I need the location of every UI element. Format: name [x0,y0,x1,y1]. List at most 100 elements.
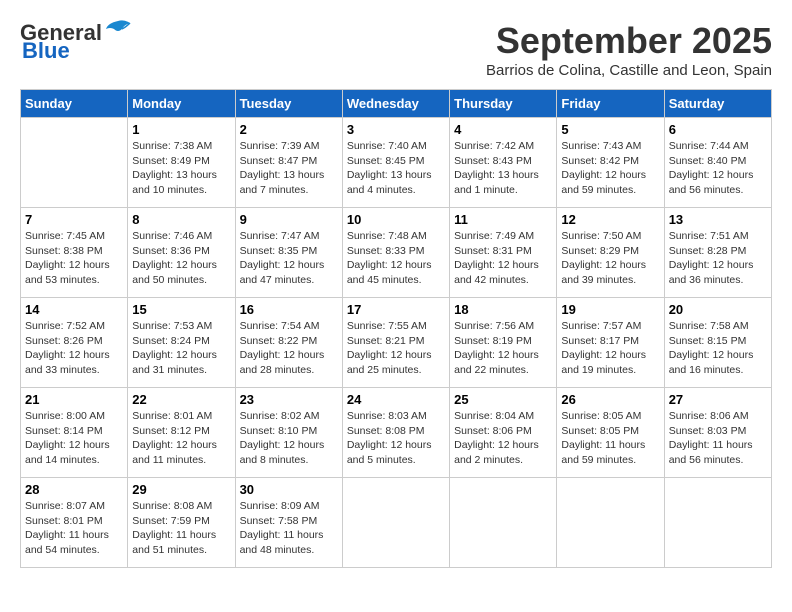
day-number: 20 [669,302,767,317]
day-info-line: and 10 minutes. [132,183,230,198]
day-info-line: Daylight: 12 hours [454,348,552,363]
day-info-line: and 36 minutes. [669,273,767,288]
day-info-line: Sunset: 8:15 PM [669,334,767,349]
day-info-line: Sunrise: 8:01 AM [132,409,230,424]
day-info: Sunrise: 7:48 AMSunset: 8:33 PMDaylight:… [347,229,445,288]
day-info-line: Daylight: 12 hours [561,348,659,363]
day-info-line: Sunrise: 7:38 AM [132,139,230,154]
day-info-line: Daylight: 12 hours [669,348,767,363]
calendar-week-row: 21Sunrise: 8:00 AMSunset: 8:14 PMDayligh… [21,388,772,478]
calendar-cell: 9Sunrise: 7:47 AMSunset: 8:35 PMDaylight… [235,208,342,298]
calendar-cell: 5Sunrise: 7:43 AMSunset: 8:42 PMDaylight… [557,118,664,208]
day-info: Sunrise: 7:39 AMSunset: 8:47 PMDaylight:… [240,139,338,198]
calendar-cell: 16 Sunrise: 7:54 AMSunset: 8:22 PMDayligh… [235,298,342,388]
day-info-line: and 7 minutes. [240,183,338,198]
page-header: General Blue September 2025 Barrios de C… [20,20,772,79]
day-info-line: Sunrise: 8:07 AM [25,499,123,514]
day-info: Sunrise: 7:51 AMSunset: 8:28 PMDaylight:… [669,229,767,288]
day-number: 11 [454,212,552,227]
day-info-line: Daylight: 12 hours [240,348,338,363]
day-info-line: and 42 minutes. [454,273,552,288]
day-info-line: Daylight: 12 hours [132,348,230,363]
day-info-line: Sunset: 8:17 PM [561,334,659,349]
day-info-line: Sunset: 8:42 PM [561,154,659,169]
day-info: Sunrise: 7:52 AMSunset: 8:26 PMDaylight:… [25,319,123,378]
day-info-line: Daylight: 13 hours [347,168,445,183]
day-info-line: and 8 minutes. [240,453,338,468]
day-info-line: Sunset: 8:21 PM [347,334,445,349]
day-info-line: and 2 minutes. [454,453,552,468]
day-info-line: Daylight: 11 hours [669,438,767,453]
day-info-line: Sunset: 8:06 PM [454,424,552,439]
day-info-line: Daylight: 13 hours [454,168,552,183]
day-info-line: Sunrise: 7:50 AM [561,229,659,244]
day-number: 10 [347,212,445,227]
day-info-line: Sunset: 8:24 PM [132,334,230,349]
day-number: 19 [561,302,659,317]
day-info-line: Sunset: 8:05 PM [561,424,659,439]
day-info-line: and 11 minutes. [132,453,230,468]
day-info-line: Daylight: 12 hours [25,438,123,453]
calendar-cell: 14Sunrise: 7:52 AMSunset: 8:26 PMDayligh… [21,298,128,388]
day-info-line: Daylight: 11 hours [25,528,123,543]
day-info-line: Sunrise: 8:09 AM [240,499,338,514]
day-info: Sunrise: 7:50 AMSunset: 8:29 PMDaylight:… [561,229,659,288]
day-info-line: Sunrise: 7:51 AM [669,229,767,244]
day-number: 13 [669,212,767,227]
day-info-line: Daylight: 12 hours [669,258,767,273]
day-info-line: Daylight: 12 hours [561,168,659,183]
day-info-line: Sunrise: 7:45 AM [25,229,123,244]
calendar-cell: 1Sunrise: 7:38 AMSunset: 8:49 PMDaylight… [128,118,235,208]
calendar-cell: 3Sunrise: 7:40 AMSunset: 8:45 PMDaylight… [342,118,449,208]
day-info-line: Sunset: 7:58 PM [240,514,338,529]
day-number: 7 [25,212,123,227]
calendar-cell: 18Sunrise: 7:56 AMSunset: 8:19 PMDayligh… [450,298,557,388]
calendar-week-row: 14Sunrise: 7:52 AMSunset: 8:26 PMDayligh… [21,298,772,388]
day-info: Sunrise: 8:09 AMSunset: 7:58 PMDaylight:… [240,499,338,558]
day-number: 16 [240,302,338,317]
day-info-line: and 50 minutes. [132,273,230,288]
day-info: Sunrise: 7:54 AMSunset: 8:22 PMDaylight:… [240,319,338,378]
day-info-line: Sunset: 8:12 PM [132,424,230,439]
day-info-line: Sunrise: 7:47 AM [240,229,338,244]
day-number: 8 [132,212,230,227]
day-info-line: Sunset: 8:14 PM [25,424,123,439]
day-info: Sunrise: 8:00 AMSunset: 8:14 PMDaylight:… [25,409,123,468]
day-info-line: Daylight: 11 hours [240,528,338,543]
day-info-line: and 33 minutes. [25,363,123,378]
day-info-line: Daylight: 12 hours [347,438,445,453]
day-info-line: Sunset: 8:31 PM [454,244,552,259]
day-info-line: Daylight: 12 hours [347,258,445,273]
day-info-line: Sunset: 8:03 PM [669,424,767,439]
column-header-saturday: Saturday [664,90,771,118]
day-info-line: Sunrise: 7:52 AM [25,319,123,334]
day-info-line: Daylight: 12 hours [347,348,445,363]
day-info: Sunrise: 8:01 AMSunset: 8:12 PMDaylight:… [132,409,230,468]
location-text: Barrios de Colina, Castille and Leon, Sp… [486,62,772,79]
day-info: Sunrise: 7:40 AMSunset: 8:45 PMDaylight:… [347,139,445,198]
day-info-line: Sunrise: 7:49 AM [454,229,552,244]
day-info-line: Sunrise: 7:58 AM [669,319,767,334]
logo: General Blue [20,20,132,64]
calendar-cell: 24Sunrise: 8:03 AMSunset: 8:08 PMDayligh… [342,388,449,478]
day-info-line: Sunrise: 7:39 AM [240,139,338,154]
day-info-line: Sunrise: 8:06 AM [669,409,767,424]
day-info-line: and 53 minutes. [25,273,123,288]
day-info-line: Sunrise: 7:44 AM [669,139,767,154]
day-info-line: Sunset: 8:01 PM [25,514,123,529]
calendar-cell: 19Sunrise: 7:57 AMSunset: 8:17 PMDayligh… [557,298,664,388]
day-info-line: Sunrise: 7:40 AM [347,139,445,154]
calendar-cell: 4Sunrise: 7:42 AMSunset: 8:43 PMDaylight… [450,118,557,208]
day-info-line: Sunset: 8:47 PM [240,154,338,169]
calendar-cell [342,478,449,568]
day-info: Sunrise: 7:47 AMSunset: 8:35 PMDaylight:… [240,229,338,288]
day-number: 30 [240,482,338,497]
day-number: 28 [25,482,123,497]
day-number: 29 [132,482,230,497]
day-info-line: and 59 minutes. [561,183,659,198]
day-info-line: Sunrise: 7:56 AM [454,319,552,334]
day-info-line: and 59 minutes. [561,453,659,468]
day-info-line: Sunrise: 8:05 AM [561,409,659,424]
day-info-line: Daylight: 13 hours [132,168,230,183]
day-info: Sunrise: 7:44 AMSunset: 8:40 PMDaylight:… [669,139,767,198]
